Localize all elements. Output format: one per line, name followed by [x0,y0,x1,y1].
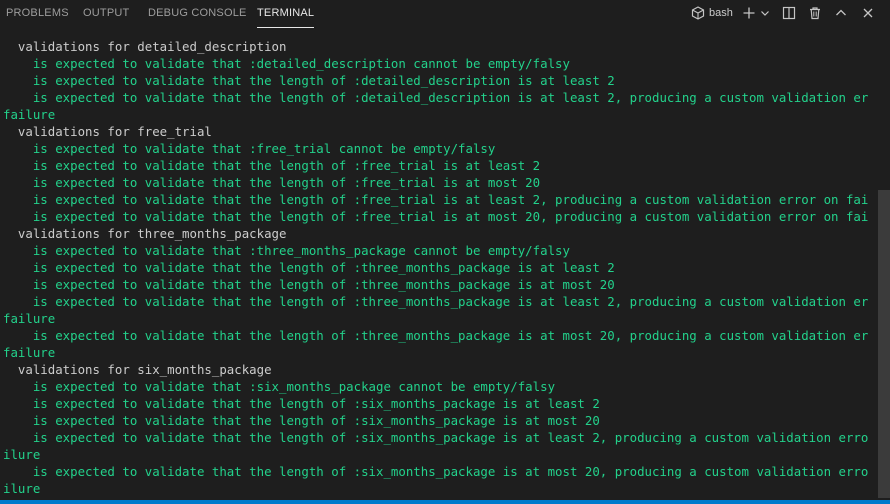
terminal-output-line: is expected to validate that the length … [3,430,869,445]
terminal-output-line: is expected to validate that the length … [3,464,869,479]
dropdown-chevron-icon[interactable] [759,4,771,22]
terminal-scrollbar[interactable] [878,190,890,498]
terminal-output-line: is expected to validate that the length … [3,260,615,275]
terminal-output-line: is expected to validate that :detailed_d… [3,56,570,71]
status-bar [0,500,890,504]
close-icon[interactable] [860,4,876,22]
terminal-output[interactable]: validations for detailed_description is … [3,38,869,497]
shell-name-label[interactable]: bash [709,4,733,22]
terminal-output-line: failure [3,107,56,122]
terminal-panel: PROBLEMS OUTPUT DEBUG CONSOLE TERMINAL b… [0,0,890,504]
terminal-output-line: is expected to validate that :free_trial… [3,141,496,156]
tab-output[interactable]: OUTPUT [83,0,129,27]
terminal-output-line: ilure [3,447,41,462]
panel-tab-bar: PROBLEMS OUTPUT DEBUG CONSOLE TERMINAL b… [0,0,890,30]
shell-cube-icon[interactable] [690,4,706,22]
terminal-output-line: is expected to validate that :three_mont… [3,243,570,258]
terminal-output-line: is expected to validate that :six_months… [3,379,556,394]
terminal-output-line: failure [3,311,56,326]
terminal-output-line: ilure [3,481,41,496]
terminal-output-line: is expected to validate that the length … [3,294,869,309]
trash-icon[interactable] [807,4,823,22]
terminal-output-line: is expected to validate that the length … [3,90,869,105]
terminal-heading-line: validations for detailed_description [3,39,287,54]
tab-problems[interactable]: PROBLEMS [6,0,69,27]
terminal-output-line: is expected to validate that the length … [3,209,869,224]
tab-debug-console[interactable]: DEBUG CONSOLE [148,0,247,27]
tab-terminal[interactable]: TERMINAL [257,0,315,28]
terminal-heading-line: validations for six_months_package [3,362,272,377]
maximize-chevron-up-icon[interactable] [833,4,849,22]
terminal-output-line: is expected to validate that the length … [3,158,541,173]
terminal-heading-line: validations for three_months_package [3,226,287,241]
terminal-output-line: is expected to validate that the length … [3,277,615,292]
terminal-output-line: failure [3,345,56,360]
terminal-output-line: is expected to validate that the length … [3,73,615,88]
terminal-output-line: is expected to validate that the length … [3,328,869,343]
terminal-output-line: is expected to validate that the length … [3,396,600,411]
split-terminal-icon[interactable] [781,4,797,22]
terminal-output-line: is expected to validate that the length … [3,192,869,207]
terminal-heading-line: validations for free_trial [3,124,212,139]
new-terminal-plus-icon[interactable] [741,4,757,22]
terminal-output-line: is expected to validate that the length … [3,413,600,428]
terminal-output-line: is expected to validate that the length … [3,175,541,190]
